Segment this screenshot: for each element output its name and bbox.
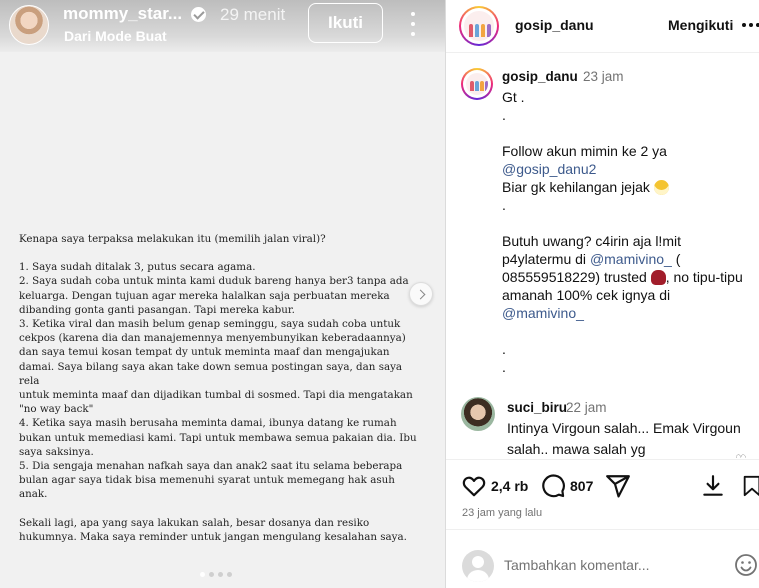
caption-line-blank <box>502 322 758 340</box>
caption-line-blank <box>502 214 758 232</box>
story-subtitle: Dari Mode Buat <box>64 28 167 44</box>
post-time: 23 jam yang lalu <box>462 507 543 519</box>
story-panel: mommy_star... 29 menit Dari Mode Buat Ik… <box>0 0 445 588</box>
caption-text-span: Biar gk kehilangan jejak <box>502 179 650 195</box>
like-count[interactable]: 2,4 rb <box>491 478 528 494</box>
avatar <box>462 550 494 582</box>
share-icon[interactable] <box>605 473 631 499</box>
caption-line: amanah 100% cek ignya di <box>502 287 671 303</box>
header-avatar[interactable] <box>459 6 499 46</box>
carousel-dots <box>200 572 232 577</box>
story-text-points: 1. Saya sudah ditalak 3, putus secara ag… <box>19 261 417 501</box>
caption-time: 23 jam <box>583 69 624 84</box>
caption-line: Butuh uwang? c4irin aja l!mit <box>502 233 681 249</box>
carousel-dot <box>200 572 205 577</box>
comment-count[interactable]: 807 <box>570 478 593 494</box>
caption-line: . <box>502 107 506 123</box>
chevron-right-icon[interactable] <box>409 282 433 306</box>
comment-avatar[interactable] <box>461 397 495 431</box>
story-text-closing: Sekali lagi, apa yang saya lakukan salah… <box>19 516 407 543</box>
grin-emoji-icon <box>653 180 669 195</box>
caption-text-span: p4ylatermu di <box>502 251 590 267</box>
comment-input[interactable] <box>504 552 726 578</box>
caption-line-blank <box>502 124 758 142</box>
story-text: Kenapa saya terpaksa melakukan itu (memi… <box>19 232 423 544</box>
following-button[interactable]: Mengikuti <box>668 17 733 33</box>
story-time: 29 menit <box>220 5 286 24</box>
caption-text: Gt . . Follow akun mimin ke 2 ya @gosip_… <box>502 88 758 376</box>
bookmark-icon[interactable] <box>741 473 759 499</box>
comment-heart-icon[interactable]: ♡ <box>735 452 747 458</box>
comments-list[interactable]: gosip_danu 23 jam Gt . . Follow akun mim… <box>446 54 759 458</box>
more-icon[interactable] <box>742 23 759 28</box>
comment-time: 22 jam <box>566 400 607 415</box>
caption-text-span: ( <box>671 251 681 267</box>
caption-line: . <box>502 197 506 213</box>
caption-line: . <box>502 341 506 357</box>
comment-username[interactable]: suci_biru <box>507 400 567 415</box>
rose-emoji-icon <box>650 270 666 285</box>
carousel-dot <box>227 572 232 577</box>
story-header: mommy_star... 29 menit Dari Mode Buat Ik… <box>0 0 445 52</box>
caption-line: Biar gk kehilangan jejak <box>502 178 758 196</box>
caption-text-span: 085559518229) trusted <box>502 269 651 285</box>
add-comment-bar <box>446 529 759 588</box>
caption-username[interactable]: gosip_danu <box>502 69 578 84</box>
post-header: gosip_danu Mengikuti <box>446 0 759 53</box>
more-icon[interactable] <box>405 9 421 39</box>
caption-line: p4ylatermu di @mamivino_ ( <box>502 250 758 268</box>
story-avatar[interactable] <box>9 5 49 45</box>
carousel-dot <box>218 572 223 577</box>
caption-text-span: , no tipu-tipu <box>665 269 743 285</box>
mention-link[interactable]: @mamivino_ <box>502 304 758 322</box>
heart-icon[interactable] <box>461 473 487 499</box>
comment-text: Intinya Virgoun salah... Emak Virgoun sa… <box>507 420 741 457</box>
header-username[interactable]: gosip_danu <box>515 17 594 33</box>
caption-line: Follow akun mimin ke 2 ya <box>502 143 667 159</box>
caption-line: 085559518229) trusted , no tipu-tipu <box>502 268 758 286</box>
story-text-title: Kenapa saya terpaksa melakukan itu (memi… <box>19 233 326 245</box>
verified-icon <box>191 7 206 22</box>
mention-link[interactable]: @gosip_danu2 <box>502 160 758 178</box>
caption-line: . <box>502 359 506 375</box>
carousel-dot <box>209 572 214 577</box>
mention-link[interactable]: @mamivino_ <box>590 251 672 267</box>
post-actions: 2,4 rb 807 23 jam yang lalu <box>446 459 759 529</box>
story-username[interactable]: mommy_star... <box>63 4 182 24</box>
comment-icon[interactable] <box>540 473 566 499</box>
post-detail-panel: gosip_danu Mengikuti gosip_danu 23 jam G… <box>445 0 759 588</box>
caption-avatar[interactable] <box>461 68 493 100</box>
follow-button[interactable]: Ikuti <box>308 3 383 43</box>
emoji-icon[interactable] <box>734 553 758 577</box>
caption-line: Gt . <box>502 89 525 105</box>
download-icon[interactable] <box>700 473 726 499</box>
